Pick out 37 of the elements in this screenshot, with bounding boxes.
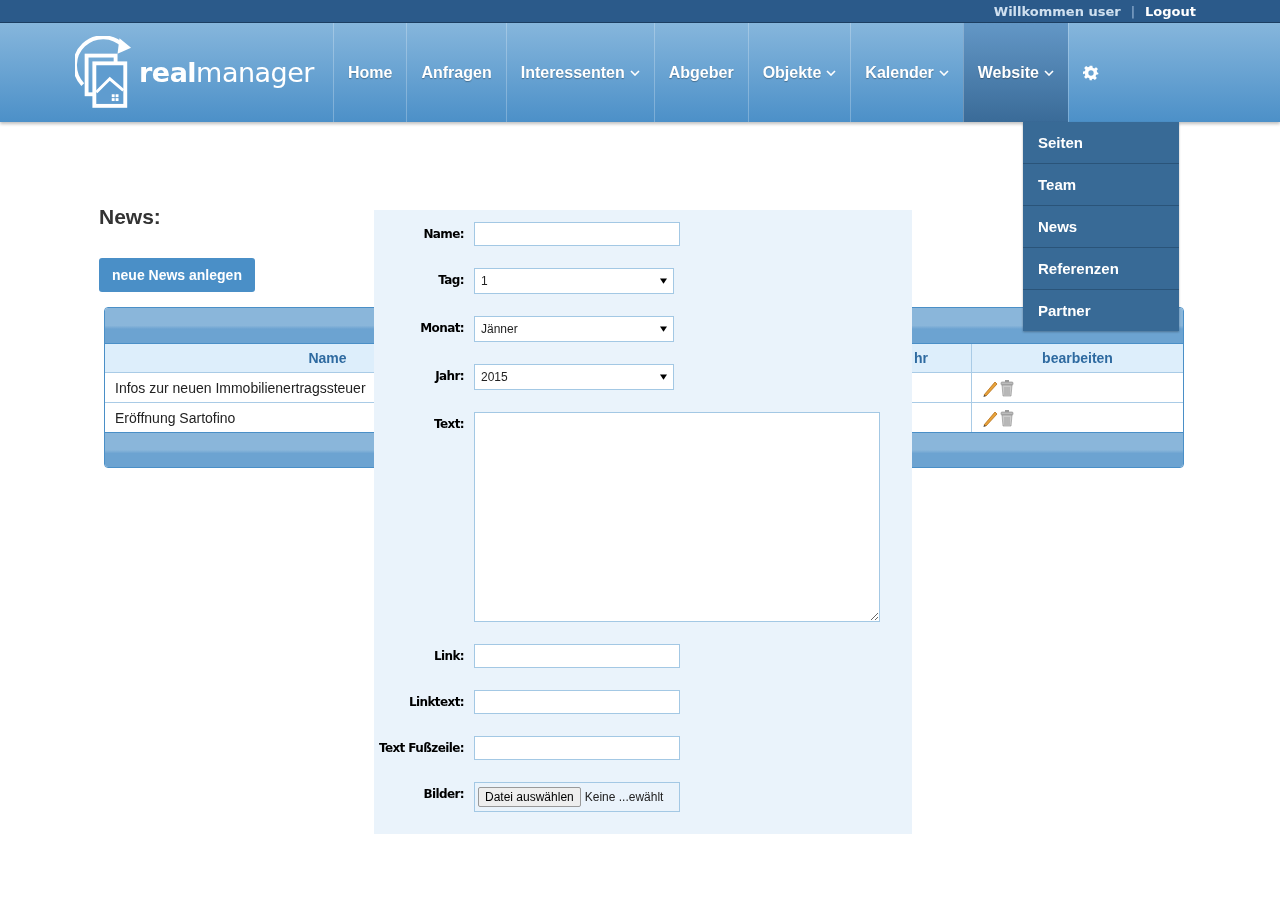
settings-icon — [1082, 64, 1099, 81]
field-label: Text: — [433, 416, 465, 431]
separator: | — [1130, 3, 1136, 19]
select-field[interactable]: 2015 — [474, 364, 674, 390]
menu-item[interactable]: Seiten — [1023, 122, 1179, 164]
input-field[interactable] — [474, 222, 680, 246]
input-field[interactable] — [474, 690, 680, 714]
new-news-button[interactable]: neue News anlegen — [99, 258, 255, 292]
trash-can-icon[interactable] — [999, 378, 1015, 397]
field-label: Linktext: — [407, 694, 465, 709]
column-header: bearbeiten — [1041, 349, 1114, 368]
dropdown-arrow-icon — [660, 278, 667, 284]
field-label: Link: — [432, 648, 465, 663]
field-label: Bilder: — [422, 786, 465, 801]
menu-item[interactable]: News — [1023, 206, 1179, 248]
logo-icon — [75, 35, 133, 110]
choose-file-button[interactable]: Datei auswählen — [478, 787, 581, 807]
file-status: Keine ...ewählt — [584, 790, 664, 804]
nav-tab[interactable]: Website — [962, 23, 1068, 122]
input-field[interactable] — [474, 736, 680, 760]
logout-link[interactable]: Logout — [1145, 3, 1196, 19]
page-title: News: — [99, 205, 161, 230]
menu-item[interactable]: Team — [1023, 164, 1179, 206]
select-field[interactable]: Jänner — [474, 316, 674, 342]
field-label: Tag: — [437, 272, 465, 287]
field-label: Monat: — [419, 320, 465, 335]
select-field[interactable]: 1 — [474, 268, 674, 294]
input-field[interactable] — [474, 644, 680, 668]
trash-can-icon[interactable] — [999, 408, 1015, 427]
menu-item[interactable]: Referenzen — [1023, 248, 1179, 290]
logo-text: realmanager — [139, 57, 314, 88]
dropdown-arrow-icon — [660, 374, 667, 380]
dropdown-arrow-icon — [660, 326, 667, 332]
welcome-text: Willkommen user — [993, 3, 1121, 19]
menu-item[interactable]: Partner — [1023, 290, 1179, 331]
field-label: Text Fußzeile: — [377, 740, 465, 755]
field-label: Name: — [422, 226, 465, 241]
